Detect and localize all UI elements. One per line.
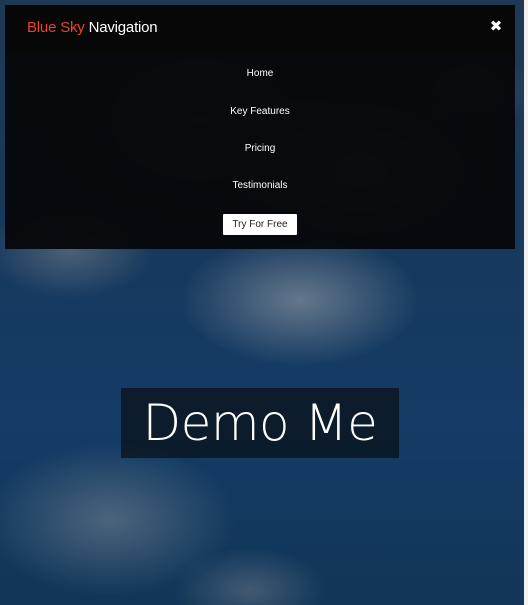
menu-item-pricing[interactable]: Pricing [5,139,515,159]
brand-main-text: Navigation [88,19,158,36]
navigation-menu: Home Key Features Pricing Testimonials T… [5,53,515,249]
menu-item-home[interactable]: Home [5,64,515,84]
close-icon[interactable]: ✖ [485,15,507,37]
brand-logo[interactable]: Blue Sky Navigation [27,19,158,36]
brand-accent-text: Blue Sky [27,19,85,36]
scrollbar-gutter [524,0,528,605]
menu-item-testimonials[interactable]: Testimonials [5,176,515,196]
menu-item-key-features[interactable]: Key Features [5,102,515,122]
top-navigation-bar: Blue Sky Navigation ✖ [5,5,515,53]
hero-title: Demo Me [142,394,378,452]
hero-title-box: Demo Me [121,388,399,458]
page: Demo Me Blue Sky Navigation ✖ Home Key F… [0,0,528,605]
try-for-free-button[interactable]: Try For Free [223,214,297,235]
